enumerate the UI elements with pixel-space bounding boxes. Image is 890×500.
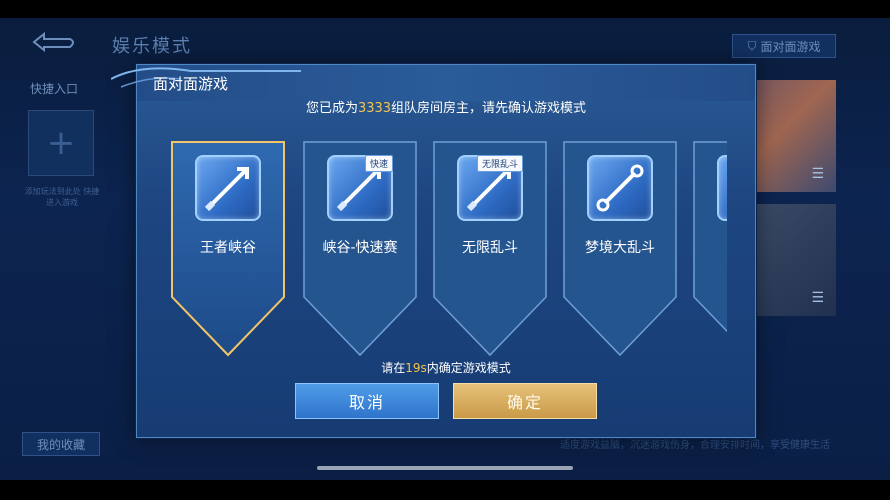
face-to-face-dialog: 面对面游戏 您已成为3333组队房间房主，请先确认游戏模式 王者峡谷 快速 峡谷…	[111, 64, 756, 438]
shield-icon: ⛉	[747, 38, 757, 53]
mode-card-wangzhe[interactable]: 王者峡谷	[171, 141, 285, 357]
list-icon: ☰	[811, 290, 824, 306]
plus-icon: +	[46, 123, 76, 163]
mode-tag: 快速	[364, 155, 393, 172]
countdown-timer: 19s	[405, 361, 427, 375]
mode-thumbnail[interactable]: ☰	[756, 80, 836, 192]
sword-icon: 无限乱斗	[457, 155, 523, 221]
favorites-button[interactable]: 我的收藏	[22, 432, 100, 456]
mode-label: 王者峡谷	[200, 240, 256, 256]
add-quick-entry-button[interactable]: +	[28, 110, 94, 176]
sword-icon: 快速	[327, 155, 393, 221]
sword-icon	[195, 155, 261, 221]
health-notice: 适度游戏益脑，沉迷游戏伤身，合理安排时间，享受健康生活	[560, 440, 830, 451]
dialog-title: 面对面游戏	[153, 75, 229, 93]
mode-card-quick[interactable]: 快速 峡谷-快速赛	[303, 141, 417, 357]
message-suffix: 组队房间房主，请先确认游戏模式	[391, 101, 587, 116]
mode-label: 无限乱斗	[462, 240, 518, 256]
home-indicator[interactable]	[317, 466, 573, 470]
host-confirm-message: 您已成为3333组队房间房主，请先确认游戏模式	[137, 97, 755, 116]
confirm-button[interactable]: 确定	[453, 383, 597, 419]
cancel-button[interactable]: 取消	[295, 383, 439, 419]
mode-card-dream[interactable]: 梦境大乱斗	[563, 141, 677, 357]
countdown-prefix: 请在	[381, 361, 406, 375]
quick-entry-hint: 添加玩法到此处 快捷进入游戏	[24, 187, 100, 207]
face-to-face-label: 面对面游戏	[760, 39, 821, 54]
countdown-suffix: 内确定游戏模式	[426, 361, 511, 375]
quick-entry-label: 快捷入口	[30, 82, 79, 96]
mode-card-infinite[interactable]: 无限乱斗 无限乱斗	[433, 141, 547, 357]
bone-icon	[587, 155, 653, 221]
countdown-message: 请在19s内确定游戏模式	[137, 359, 755, 376]
mode-label: 峡谷-快速赛	[322, 240, 398, 256]
face-to-face-button[interactable]: ⛉ 面对面游戏	[732, 34, 836, 58]
mode-tag: 无限乱斗	[476, 155, 523, 172]
game-screen: 娱乐模式 快捷入口 + 添加玩法到此处 快捷进入游戏 我的收藏 ⛉ 面对面游戏 …	[0, 0, 890, 500]
mode-card-list: 王者峡谷 快速 峡谷-快速赛 无限乱斗 无限乱斗 梦境大乱斗	[169, 141, 727, 363]
mode-label: 梦境大乱斗	[585, 240, 655, 256]
sword-icon	[717, 155, 727, 221]
mode-label: 边境	[693, 237, 727, 257]
list-icon: ☰	[811, 166, 824, 182]
back-arrow-icon[interactable]	[30, 30, 78, 54]
background-page-title: 娱乐模式	[112, 36, 192, 57]
mode-card-border[interactable]: 边境	[693, 141, 727, 357]
mode-thumbnail[interactable]: ☰	[756, 204, 836, 316]
room-code: 3333	[357, 101, 392, 116]
message-prefix: 您已成为	[305, 101, 358, 116]
